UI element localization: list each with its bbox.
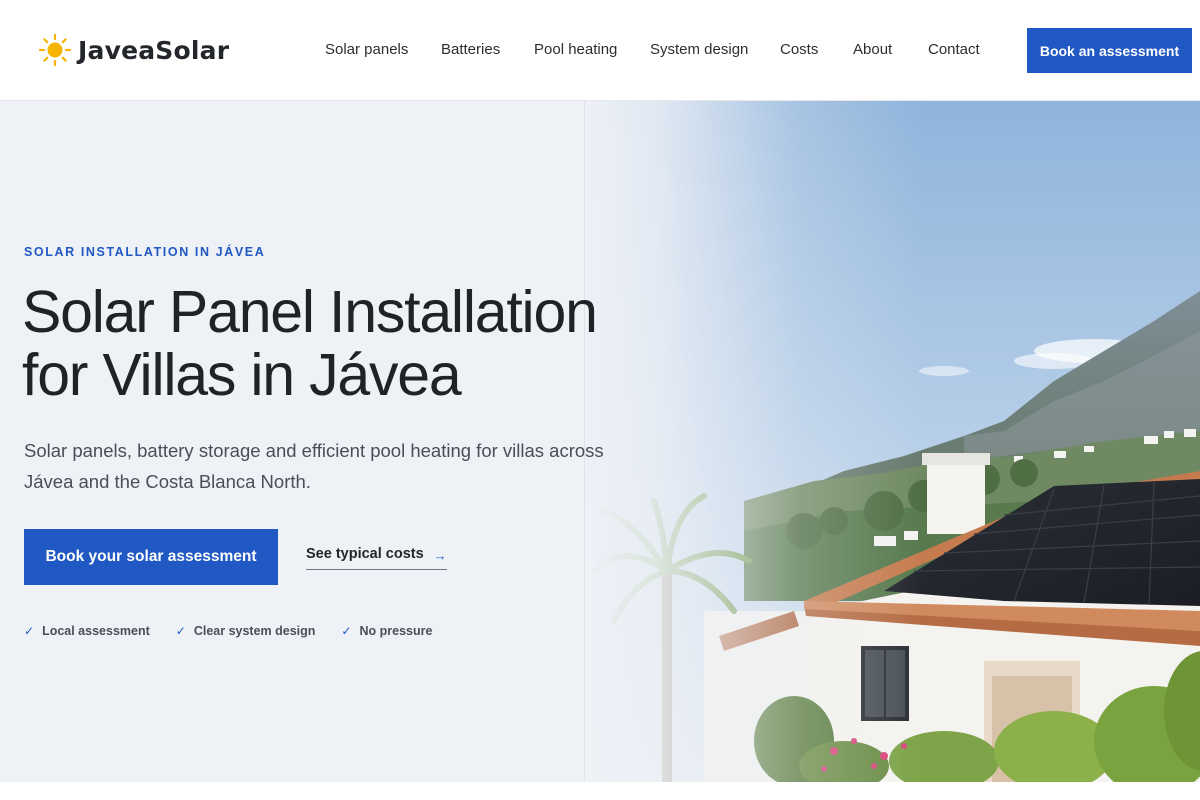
check-icon: ✓ — [24, 624, 35, 638]
hero-eyebrow: SOLAR INSTALLATION IN JÁVEA — [24, 245, 266, 259]
hero-title-line-1: Solar Panel Installation — [22, 279, 598, 345]
hero-subtitle: Solar panels, battery storage and effici… — [24, 440, 604, 492]
hero-villa-image — [584, 101, 1200, 782]
see-typical-costs-link[interactable]: See typical costs → — [306, 546, 447, 570]
benefit-label: Clear system design — [193, 624, 316, 638]
hero-title-line-2: for Villas in Jávea — [22, 342, 462, 408]
nav-contact[interactable]: Contact — [928, 41, 980, 58]
hero-section: SOLAR INSTALLATION IN JÁVEA Solar Panel … — [0, 101, 1200, 782]
nav-system-design[interactable]: System design — [650, 41, 748, 58]
book-solar-assessment-button[interactable]: Book your solar assessment — [24, 529, 278, 585]
nav-costs[interactable]: Costs — [780, 41, 818, 58]
hero-benefits: ✓ Local assessment ✓ Clear system design… — [24, 624, 458, 638]
see-typical-costs-label: See typical costs — [306, 546, 424, 562]
benefit-item: ✓ Clear system design — [176, 624, 316, 638]
arrow-right-icon: → — [433, 548, 447, 563]
benefit-item: ✓ Local assessment — [24, 624, 150, 638]
nav-solar-panels[interactable]: Solar panels — [325, 41, 408, 58]
hero-title: Solar Panel Installation for Villas in J… — [22, 281, 662, 407]
benefit-item: ✓ No pressure — [341, 624, 432, 638]
benefit-label: Local assessment — [42, 624, 150, 638]
check-icon: ✓ — [341, 624, 352, 638]
nav-about[interactable]: About — [853, 41, 892, 58]
nav-pool-heating[interactable]: Pool heating — [534, 41, 617, 58]
below-fold-strip — [0, 782, 1200, 800]
check-icon: ✓ — [175, 624, 186, 638]
brand-logo[interactable]: JaveaSolar — [38, 33, 229, 67]
book-assessment-button[interactable]: Book an assessment — [1027, 28, 1192, 73]
sun-icon — [38, 33, 72, 67]
benefit-label: No pressure — [359, 624, 433, 638]
brand-name: JaveaSolar — [78, 35, 230, 65]
site-header: JaveaSolar Solar panels Batteries Pool h… — [0, 0, 1200, 101]
nav-batteries[interactable]: Batteries — [441, 41, 500, 58]
